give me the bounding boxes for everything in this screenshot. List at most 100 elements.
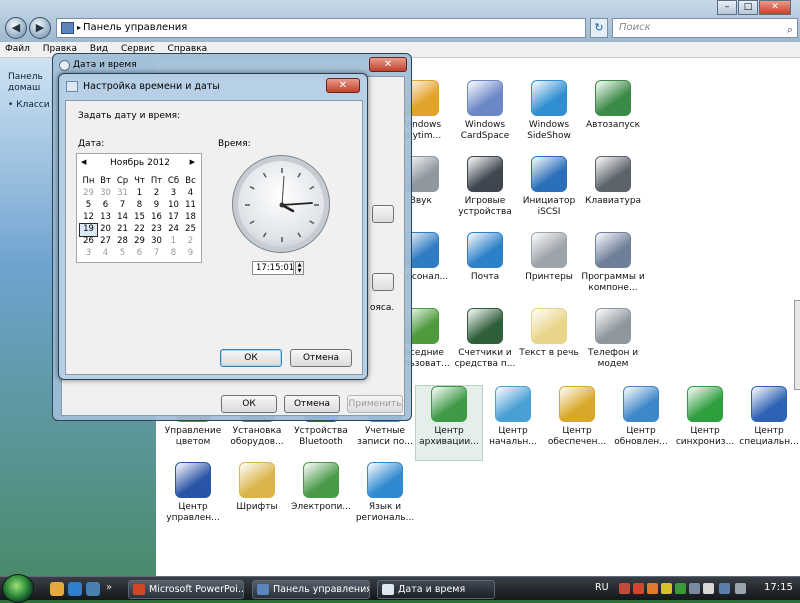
cp-item[interactable]: Автозапуск: [580, 80, 646, 154]
calendar-day[interactable]: 12: [80, 212, 97, 224]
cp-item[interactable]: Принтеры: [516, 232, 582, 306]
forward-button[interactable]: ▶: [29, 17, 51, 39]
calendar-day[interactable]: 10: [165, 200, 182, 212]
next-month-icon[interactable]: ▶: [190, 158, 195, 166]
calendar-day[interactable]: 3: [80, 248, 97, 260]
cancel-button[interactable]: Отмена: [284, 395, 340, 413]
calendar-day[interactable]: 16: [148, 212, 165, 224]
cp-item[interactable]: Почта: [452, 232, 518, 306]
cp-item[interactable]: Центр начальн...: [480, 386, 546, 460]
calendar-day[interactable]: 8: [131, 200, 148, 212]
change-timezone-button[interactable]: [372, 273, 394, 291]
cp-item[interactable]: Телефон и модем: [580, 308, 646, 382]
cp-item[interactable]: Инициатор iSCSI: [516, 156, 582, 230]
time-field[interactable]: 17:15:01: [252, 261, 294, 275]
close-button[interactable]: ✕: [369, 57, 407, 72]
calendar-day[interactable]: 4: [97, 248, 114, 260]
apply-button[interactable]: Применить: [347, 395, 403, 413]
calendar-day[interactable]: 3: [165, 188, 182, 200]
calendar-day[interactable]: 20: [97, 224, 114, 236]
tray-icon-5[interactable]: [675, 583, 686, 594]
calendar-day[interactable]: 1: [165, 236, 182, 248]
calendar-day[interactable]: 31: [114, 188, 131, 200]
change-date-button[interactable]: [372, 205, 394, 223]
tray-icon-3[interactable]: [647, 583, 658, 594]
cp-item[interactable]: Программы и компоне...: [580, 232, 646, 306]
calendar-day[interactable]: 14: [114, 212, 131, 224]
scrollbar[interactable]: [794, 300, 800, 390]
calendar-day[interactable]: 13: [97, 212, 114, 224]
tray-icon-7[interactable]: [703, 583, 714, 594]
calendar-day[interactable]: 1: [131, 188, 148, 200]
show-desktop-icon[interactable]: [50, 582, 64, 596]
classic-view-link[interactable]: • Класси: [8, 100, 50, 110]
search-icon[interactable]: ⌕: [787, 21, 793, 39]
taskbar-button-control-panel[interactable]: Панель управления: [252, 580, 370, 599]
calendar-day[interactable]: 19: [79, 223, 98, 237]
address-bar[interactable]: ▸ Панель управления ▼: [56, 18, 639, 38]
network-icon[interactable]: [719, 583, 730, 594]
minimize-button[interactable]: –: [717, 0, 737, 15]
refresh-button[interactable]: ↻: [590, 18, 608, 38]
maximize-button[interactable]: □: [738, 0, 758, 15]
calendar-day[interactable]: 2: [182, 236, 199, 248]
cp-item[interactable]: Игровые устройства: [452, 156, 518, 230]
calendar-day[interactable]: 27: [97, 236, 114, 248]
calendar-day[interactable]: 26: [80, 236, 97, 248]
calendar-day[interactable]: 8: [165, 248, 182, 260]
tray-icon-1[interactable]: [619, 583, 630, 594]
calendar-day[interactable]: 6: [97, 200, 114, 212]
calendar-day[interactable]: 15: [131, 212, 148, 224]
switch-windows-icon[interactable]: [86, 582, 100, 596]
ok-button[interactable]: ОК: [220, 349, 282, 367]
time-spinner[interactable]: ▲ ▼: [295, 261, 304, 275]
search-input[interactable]: Поиск ⌕: [612, 18, 798, 38]
ok-button[interactable]: ОК: [221, 395, 277, 413]
calendar-day[interactable]: 2: [148, 188, 165, 200]
cp-item[interactable]: Центр обновлен...: [608, 386, 674, 460]
cp-item[interactable]: Центр синхрониз...: [672, 386, 738, 460]
calendar-day[interactable]: 29: [80, 188, 97, 200]
calendar-day[interactable]: 9: [148, 200, 165, 212]
close-button[interactable]: ✕: [326, 78, 360, 93]
calendar-day[interactable]: 17: [165, 212, 182, 224]
cancel-button[interactable]: Отмена: [290, 349, 352, 367]
calendar-day[interactable]: 11: [182, 200, 199, 212]
close-button[interactable]: ✕: [759, 0, 791, 15]
calendar-day[interactable]: 21: [114, 224, 131, 236]
cp-item[interactable]: Windows CardSpace: [452, 80, 518, 154]
cp-item[interactable]: Центр специальн...: [736, 386, 800, 460]
calendar-day[interactable]: 29: [131, 236, 148, 248]
language-indicator[interactable]: RU: [595, 582, 609, 593]
cp-item[interactable]: Windows SideShow: [516, 80, 582, 154]
calendar-day[interactable]: 23: [148, 224, 165, 236]
calendar-day[interactable]: 25: [182, 224, 199, 236]
ie-icon[interactable]: [68, 582, 82, 596]
calendar-day[interactable]: 7: [114, 200, 131, 212]
control-panel-home-link[interactable]: Панель домаш: [8, 72, 53, 94]
cp-item[interactable]: Центр архивации...: [415, 385, 483, 461]
calendar-day[interactable]: 22: [131, 224, 148, 236]
cp-item[interactable]: Электропи...: [288, 462, 354, 536]
tray-icon-6[interactable]: [689, 583, 700, 594]
cp-item[interactable]: Клавиатура: [580, 156, 646, 230]
calendar-day[interactable]: 5: [114, 248, 131, 260]
start-button[interactable]: [2, 574, 34, 603]
shield-icon[interactable]: [661, 583, 672, 594]
menu-file[interactable]: Файл: [0, 42, 35, 56]
cp-item[interactable]: Центр обеспечен...: [544, 386, 610, 460]
calendar-day[interactable]: 18: [182, 212, 199, 224]
calendar-day[interactable]: 4: [182, 188, 199, 200]
cp-item[interactable]: Язык и региональ...: [352, 462, 418, 536]
calendar-day[interactable]: 24: [165, 224, 182, 236]
cp-item[interactable]: Центр управлен...: [160, 462, 226, 536]
calendar-day[interactable]: 5: [80, 200, 97, 212]
quicklaunch-more-icon[interactable]: »: [106, 582, 120, 596]
taskbar-clock[interactable]: 17:15: [764, 582, 793, 593]
cp-item[interactable]: Текст в речь: [516, 308, 582, 382]
calendar-month[interactable]: Ноябрь 2012: [77, 158, 203, 172]
taskbar-button-powerpoint[interactable]: Microsoft PowerPoi...: [128, 580, 244, 599]
calendar-day[interactable]: 7: [148, 248, 165, 260]
calendar-day[interactable]: 6: [131, 248, 148, 260]
tray-icon-2[interactable]: [633, 583, 644, 594]
